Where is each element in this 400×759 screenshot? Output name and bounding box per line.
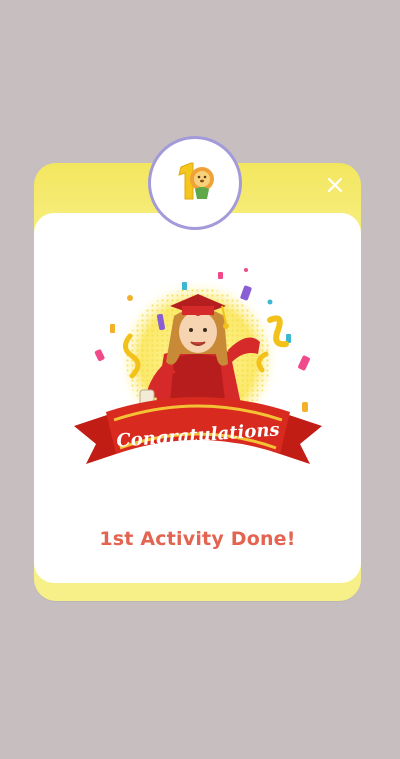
close-icon: [327, 177, 343, 193]
graduation-illustration: Congratulations: [70, 258, 326, 494]
congratulations-ribbon: Congratulations: [74, 397, 322, 464]
number-one-lion-icon: [178, 162, 214, 200]
activity-done-message: 1st Activity Done!: [99, 528, 296, 550]
screen: Congratulations 1st Activity Done!: [0, 0, 400, 759]
close-button[interactable]: [320, 170, 350, 200]
achievement-badge: [148, 136, 242, 230]
